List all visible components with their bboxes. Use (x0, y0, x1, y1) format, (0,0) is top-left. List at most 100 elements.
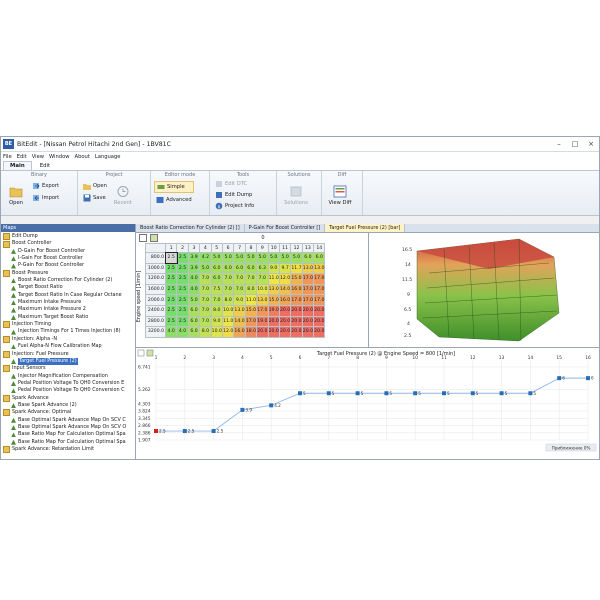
map-cell[interactable]: 2.5 (176, 315, 189, 328)
tree-map-item[interactable]: Target Fuel Pressure (2) (1, 357, 135, 366)
view-diff-button[interactable]: View Diff (325, 179, 355, 215)
map-cell[interactable]: 20.0 (313, 315, 326, 328)
column-header[interactable]: 1 (164, 243, 178, 253)
map-cell[interactable]: 7.0 (199, 273, 212, 285)
menu-window[interactable]: Window (49, 154, 69, 160)
data-point[interactable] (384, 391, 389, 396)
edit-dump-button[interactable]: Edit Dump (213, 190, 256, 200)
map-cell[interactable]: 7.0 (233, 273, 246, 285)
tree-folder[interactable]: Input Sensors (1, 365, 135, 373)
map-cell[interactable]: 7.0 (210, 294, 223, 306)
tree-folder[interactable]: Boost Pressure (1, 270, 135, 277)
map-cell[interactable]: 7.5 (210, 283, 223, 296)
move-icon[interactable] (139, 234, 147, 242)
map-cell[interactable]: 5.0 (221, 252, 235, 264)
map-cell[interactable]: 17.0 (313, 294, 326, 306)
map-cell[interactable]: 17.0 (290, 294, 303, 306)
map-cell[interactable]: 3.9 (187, 252, 201, 264)
map-cell[interactable]: 19.0 (256, 315, 269, 328)
map-cell[interactable]: 17.0 (244, 315, 258, 328)
chart-move-icon[interactable] (137, 349, 145, 357)
column-header[interactable]: 14 (313, 243, 326, 253)
map-cell[interactable]: 20.0 (301, 315, 315, 328)
map-cell[interactable]: 13.0 (256, 294, 269, 306)
map-cell[interactable]: 14.0 (278, 283, 292, 296)
map-cell[interactable]: 7.0 (221, 283, 235, 296)
tree-map-item[interactable]: Base Ratio Map For Calculation Optimal S… (1, 439, 135, 446)
map-cell[interactable]: 17.0 (301, 283, 315, 296)
map-cell[interactable]: 16.0 (278, 294, 292, 306)
data-point[interactable] (298, 391, 302, 396)
map-cell[interactable]: 8.0 (221, 294, 235, 306)
map-cell[interactable]: 20.0 (278, 326, 292, 338)
tree-folder[interactable]: Spark Advance: Optimal (1, 409, 135, 417)
map-cell[interactable]: 2.5 (164, 251, 178, 265)
data-point[interactable] (586, 376, 590, 381)
map-cell[interactable]: 5.0 (256, 252, 269, 264)
map-cell[interactable]: 5.0 (210, 252, 223, 264)
map-cell[interactable]: 2.5 (176, 262, 189, 275)
map-cell[interactable]: 13.0 (313, 262, 326, 275)
tree-map-item[interactable]: P-Gain For Boost Controller (1, 262, 135, 269)
project-open-button[interactable]: Open (81, 181, 109, 191)
map-cell[interactable]: 7.0 (199, 315, 212, 328)
tree-map-item[interactable]: Injection Timings For 1 Times Injection … (1, 328, 135, 335)
column-header[interactable]: 11 (278, 243, 292, 253)
tree-map-item[interactable]: Base Optimal Spark Advance Map On SCV O (1, 424, 135, 431)
tree-folder[interactable]: Injection Timing (1, 321, 135, 329)
map-cell[interactable]: 13.0 (233, 304, 246, 317)
map-cell[interactable]: 5.0 (267, 252, 280, 264)
map-cell[interactable]: 8.0 (244, 283, 258, 296)
map-cell[interactable]: 5.0 (244, 252, 258, 264)
binary-open-button[interactable]: Open (4, 179, 28, 215)
doc-tab-boost-ratio-correction[interactable]: Boost Ratio Correction For Cylinder (2) … (136, 224, 245, 232)
map-cell[interactable]: 12.0 (221, 326, 235, 338)
data-point[interactable] (182, 429, 187, 434)
row-header[interactable]: 800.0 (145, 252, 166, 264)
map-cell[interactable]: 9.7 (278, 262, 292, 275)
map-cell[interactable]: 18.0 (244, 326, 258, 338)
export-button[interactable]: Export (30, 181, 61, 191)
map-cell[interactable]: 11.0 (221, 315, 235, 328)
tree-map-item[interactable]: Boost Ratio Correction For Cylinder (2) (1, 277, 135, 284)
map-cell[interactable]: 20.0 (313, 326, 326, 338)
map-cell[interactable]: 6.0 (187, 326, 201, 338)
map-cell[interactable]: 16.0 (290, 283, 303, 296)
tree-folder[interactable]: Boost Controller (1, 240, 135, 248)
map-cell[interactable]: 2.5 (176, 252, 189, 264)
tree-map-item[interactable]: D-Gain For Boost Controller (1, 248, 135, 255)
data-point[interactable] (442, 391, 446, 396)
map-cell[interactable]: 2.5 (176, 304, 189, 317)
map-cell[interactable]: 20.0 (267, 326, 280, 338)
data-point[interactable] (355, 391, 360, 396)
map-cell[interactable]: 9.0 (210, 315, 223, 328)
map-cell[interactable]: 12.0 (278, 273, 292, 285)
map-cell[interactable]: 9.0 (233, 294, 246, 306)
close-button[interactable]: × (583, 140, 599, 148)
minimize-button[interactable]: – (551, 140, 567, 148)
map-cell[interactable]: 6.0 (210, 273, 223, 285)
map-cell[interactable]: 20.0 (290, 304, 303, 317)
map-cell[interactable]: 2.5 (164, 294, 178, 306)
map-cell[interactable]: 2.5 (164, 283, 178, 296)
map-cell[interactable]: 20.0 (290, 315, 303, 328)
map-cell[interactable]: 5.0 (290, 252, 303, 264)
map-cell[interactable]: 7.0 (199, 283, 212, 296)
menu-view[interactable]: View (32, 154, 44, 160)
map-cell[interactable]: 8.0 (199, 326, 212, 338)
map-cell[interactable]: 7.0 (256, 273, 269, 285)
map-cell[interactable]: 7.0 (233, 283, 246, 296)
map-cell[interactable]: 17.0 (256, 304, 269, 317)
tree-map-item[interactable]: Target Boost Ratio (1, 284, 135, 291)
map-cell[interactable]: 5.0 (278, 252, 292, 264)
map-cell[interactable]: 17.0 (301, 273, 315, 285)
map-cell[interactable]: 17.0 (313, 283, 326, 296)
map-cell[interactable]: 20.0 (278, 315, 292, 328)
map-cell[interactable]: 4.0 (187, 273, 201, 285)
column-header[interactable]: 12 (290, 243, 303, 253)
tree-map-item[interactable]: I-Gain For Boost Controller (1, 255, 135, 262)
map-cell[interactable]: 7.0 (199, 294, 212, 306)
data-point[interactable] (528, 391, 533, 396)
project-info-button[interactable]: Project Info (213, 201, 256, 211)
row-header[interactable]: 2800.0 (145, 315, 166, 328)
